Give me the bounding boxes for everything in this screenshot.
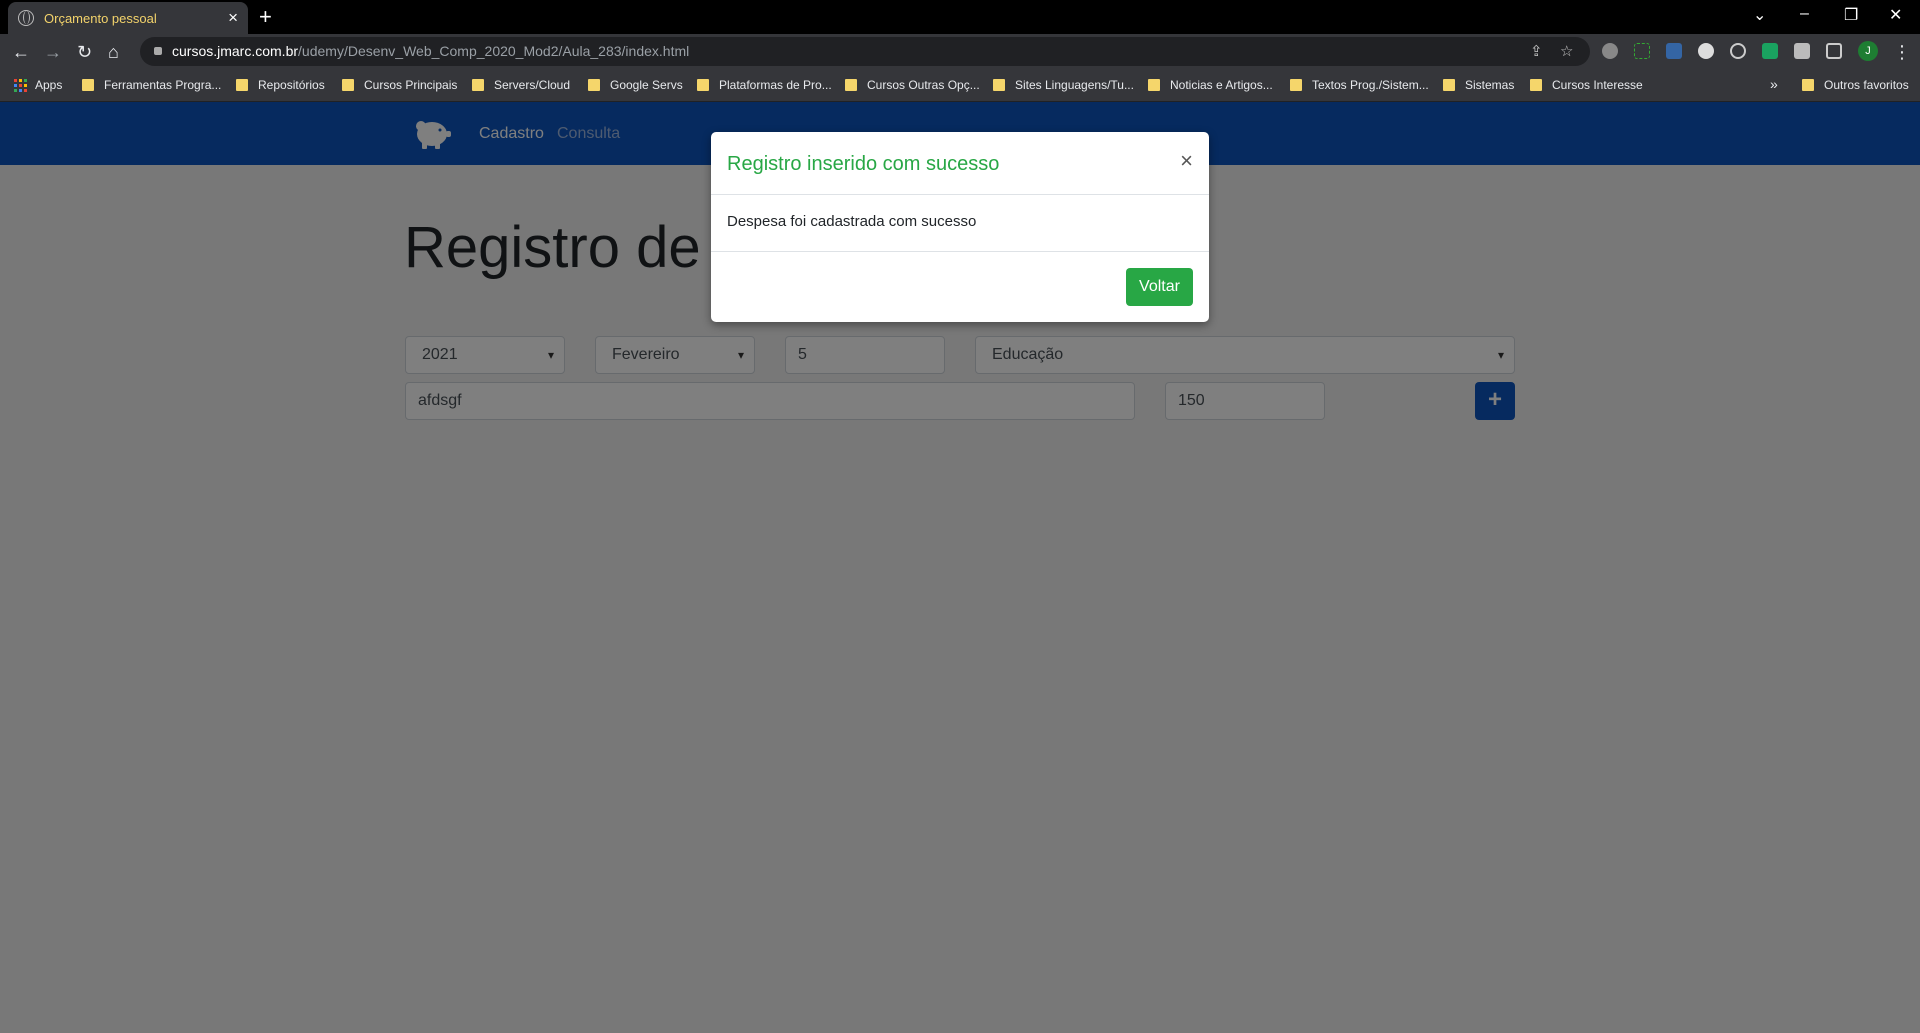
extension-screenshot-icon[interactable]: [1634, 43, 1650, 59]
bookmark-apps[interactable]: Apps: [14, 78, 62, 92]
folder-icon: [1148, 79, 1160, 91]
address-bar[interactable]: cursos.jmarc.com.br/udemy/Desenv_Web_Com…: [140, 37, 1590, 66]
bookmark-folder[interactable]: Servers/Cloud: [472, 78, 570, 92]
folder-icon: [1530, 79, 1542, 91]
modal-footer: Voltar: [711, 251, 1209, 322]
bookmark-folder[interactable]: Cursos Interesse: [1530, 78, 1643, 92]
home-icon[interactable]: ⌂: [108, 42, 119, 63]
browser-tab-strip: Orçamento pessoal × + ⌄ – ❐ ✕: [0, 0, 1920, 34]
folder-icon: [236, 79, 248, 91]
extensions-puzzle-icon[interactable]: [1794, 43, 1810, 59]
minimize-button[interactable]: –: [1800, 5, 1809, 23]
reload-icon[interactable]: ↻: [77, 42, 92, 63]
menu-kebab-icon[interactable]: ⋮: [1893, 42, 1911, 63]
browser-tab[interactable]: Orçamento pessoal ×: [8, 2, 248, 34]
browser-toolbar: ← → ↻ ⌂ cursos.jmarc.com.br/udemy/Desenv…: [0, 34, 1920, 70]
bookmark-folder[interactable]: Textos Prog./Sistem...: [1290, 78, 1429, 92]
bookmark-folder[interactable]: Cursos Outras Opç...: [845, 78, 980, 92]
extension-gear-icon[interactable]: [1602, 43, 1618, 59]
bookmarks-bar: Apps Ferramentas Progra... Repositórios …: [0, 70, 1920, 102]
bookmark-folder[interactable]: Sites Linguagens/Tu...: [993, 78, 1134, 92]
modal-title: Registro inserido com sucesso: [727, 153, 1000, 175]
folder-icon: [1290, 79, 1302, 91]
lock-icon: [154, 47, 162, 55]
modal-body: Despesa foi cadastrada com sucesso: [727, 213, 977, 230]
other-favorites[interactable]: Outros favoritos: [1802, 78, 1909, 92]
bookmark-star-icon[interactable]: ☆: [1560, 37, 1573, 66]
voltar-button[interactable]: Voltar: [1126, 268, 1193, 306]
tab-search-icon[interactable]: ⌄: [1753, 5, 1766, 25]
bookmark-folder[interactable]: Sistemas: [1443, 78, 1514, 92]
success-modal: Registro inserido com sucesso × Despesa …: [711, 132, 1209, 322]
forward-icon[interactable]: →: [44, 42, 62, 63]
folder-icon: [1802, 79, 1814, 91]
bookmark-folder[interactable]: Cursos Principais: [342, 78, 457, 92]
more-bookmarks-button[interactable]: »: [1770, 76, 1778, 92]
bookmark-folder[interactable]: Repositórios: [236, 78, 325, 92]
folder-icon: [697, 79, 709, 91]
side-panel-icon[interactable]: [1826, 43, 1842, 59]
restore-button[interactable]: ❐: [1844, 5, 1858, 25]
close-window-button[interactable]: ✕: [1889, 5, 1902, 25]
folder-icon: [1443, 79, 1455, 91]
globe-icon: [18, 10, 34, 26]
folder-icon: [993, 79, 1005, 91]
folder-icon: [342, 79, 354, 91]
close-tab-icon[interactable]: ×: [228, 8, 238, 28]
extension-green-icon[interactable]: [1762, 43, 1778, 59]
folder-icon: [82, 79, 94, 91]
extension-blue-icon[interactable]: [1666, 43, 1682, 59]
extension-react-icon[interactable]: [1730, 43, 1746, 59]
apps-grid-icon: [14, 78, 27, 92]
bookmark-folder[interactable]: Ferramentas Progra...: [82, 78, 221, 92]
bookmark-folder[interactable]: Noticias e Artigos...: [1148, 78, 1273, 92]
profile-avatar[interactable]: J: [1858, 41, 1878, 61]
new-tab-button[interactable]: +: [259, 4, 272, 30]
bookmark-folder[interactable]: Plataformas de Pro...: [697, 78, 832, 92]
url-host: cursos.jmarc.com.br: [172, 43, 299, 59]
modal-header: Registro inserido com sucesso ×: [711, 132, 1209, 195]
share-icon[interactable]: ⇪: [1530, 37, 1543, 66]
folder-icon: [472, 79, 484, 91]
back-icon[interactable]: ←: [12, 42, 30, 63]
folder-icon: [588, 79, 600, 91]
tab-title: Orçamento pessoal: [44, 10, 157, 26]
url-path: /udemy/Desenv_Web_Comp_2020_Mod2/Aula_28…: [298, 43, 690, 59]
close-icon[interactable]: ×: [1180, 148, 1193, 174]
bookmark-folder[interactable]: Google Servs: [588, 78, 683, 92]
extension-circle-icon[interactable]: [1698, 43, 1714, 59]
folder-icon: [845, 79, 857, 91]
